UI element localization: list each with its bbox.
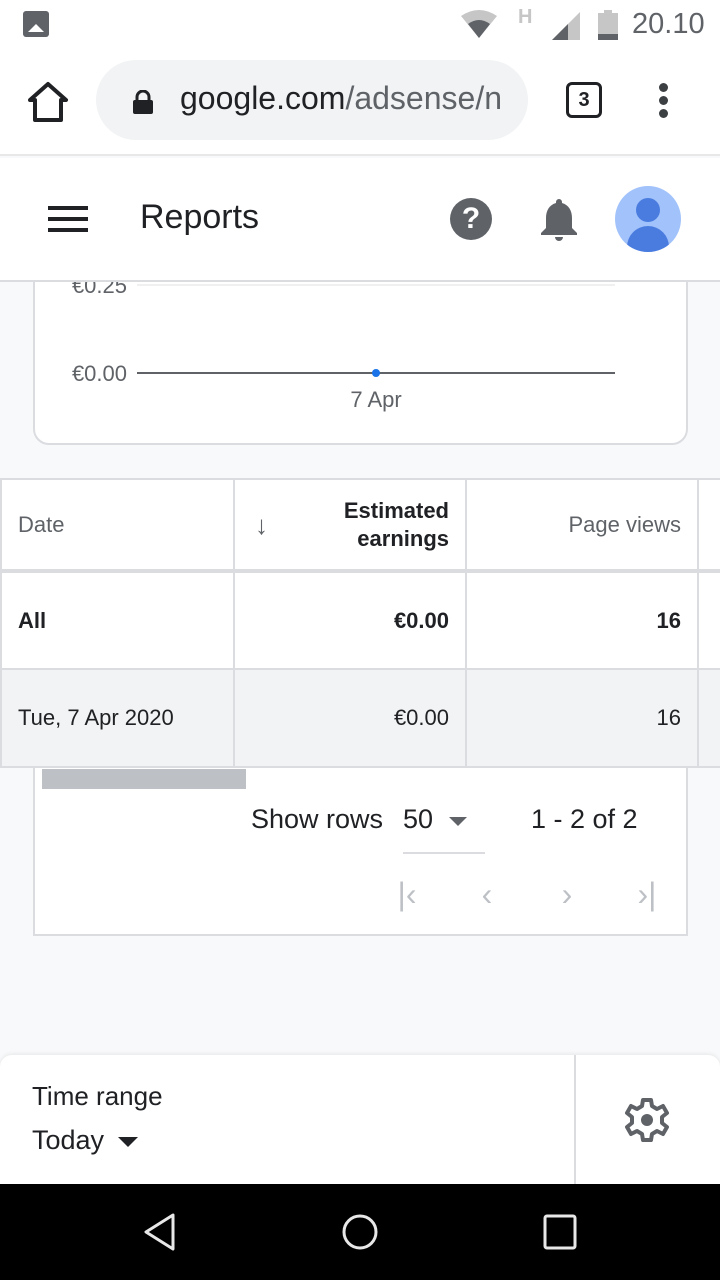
url-path: /adsense/n xyxy=(345,80,502,116)
address-bar[interactable]: google.com/adsense/n xyxy=(96,60,528,140)
horizontal-scrollbar[interactable] xyxy=(42,769,246,789)
bottom-controls: Time range Today xyxy=(0,1055,720,1184)
time-range-select[interactable]: Today xyxy=(32,1125,139,1156)
settings-gear-icon[interactable] xyxy=(622,1095,672,1145)
battery-icon xyxy=(598,10,618,40)
url-domain: google.com xyxy=(180,80,346,116)
sort-descending-icon: ↓ xyxy=(255,510,268,540)
url-text[interactable]: google.com/adsense/n xyxy=(180,80,510,117)
wifi-icon xyxy=(461,10,497,38)
account-avatar[interactable] xyxy=(615,186,681,252)
help-icon[interactable]: ? xyxy=(450,198,492,240)
column-header-overflow xyxy=(697,478,720,572)
column-header-estimated-earnings[interactable]: ↓ Estimated earnings xyxy=(233,478,467,572)
image-notification-icon xyxy=(23,11,49,37)
total-date: All xyxy=(0,570,235,670)
rows-per-page-value: 50 xyxy=(403,804,434,834)
browser-toolbar: google.com/adsense/n 3 xyxy=(0,50,720,156)
total-page-views: 16 xyxy=(465,570,699,670)
rows-per-page-select[interactable]: 50 xyxy=(403,804,485,854)
show-rows-label: Show rows xyxy=(251,804,384,834)
next-page-icon[interactable]: › xyxy=(547,874,587,914)
total-earnings: €0.00 xyxy=(233,570,467,670)
menu-icon[interactable] xyxy=(48,206,88,234)
pagination-card: Show rows 50 1 - 2 of 2 |‹ ‹ › ›| xyxy=(33,768,688,936)
column-header-label: Estimated earnings xyxy=(343,497,449,551)
app-header: Reports ? xyxy=(0,158,720,282)
table-total-row: All €0.00 16 xyxy=(0,570,720,670)
table-header-row: Date ↓ Estimated earnings Page views xyxy=(0,478,720,572)
tab-switcher-button[interactable]: 3 xyxy=(566,82,602,118)
time-range-value: Today xyxy=(32,1125,105,1155)
lock-icon xyxy=(133,90,153,114)
row-date: Tue, 7 Apr 2020 xyxy=(0,668,235,768)
divider xyxy=(574,1055,576,1184)
home-icon[interactable] xyxy=(26,80,70,124)
clock: 20.10 xyxy=(632,8,705,40)
network-type-label: H xyxy=(518,6,533,28)
y-tick-label: €0.00 xyxy=(72,361,127,386)
signal-icon xyxy=(552,12,580,40)
row-page-views: 16 xyxy=(465,668,699,768)
back-icon[interactable] xyxy=(140,1212,180,1252)
last-page-icon[interactable]: ›| xyxy=(627,874,667,914)
status-bar: H 20.10 xyxy=(0,0,720,50)
system-navigation-bar xyxy=(0,1184,720,1280)
column-header-date[interactable]: Date xyxy=(0,478,235,572)
dropdown-arrow-icon xyxy=(449,817,467,826)
previous-page-icon[interactable]: ‹ xyxy=(467,874,507,914)
more-vert-icon[interactable] xyxy=(652,80,674,124)
first-page-icon[interactable]: |‹ xyxy=(387,874,427,914)
time-range-label: Time range xyxy=(32,1081,163,1111)
column-header-page-views[interactable]: Page views xyxy=(465,478,699,572)
table-row: Tue, 7 Apr 2020 €0.00 16 xyxy=(0,668,720,768)
dropdown-arrow-icon xyxy=(118,1136,139,1147)
page-title: Reports xyxy=(140,198,260,236)
notifications-icon[interactable] xyxy=(538,196,580,242)
report-table-scroll[interactable]: Date ↓ Estimated earnings Page views All… xyxy=(0,478,720,768)
row-earnings: €0.00 xyxy=(233,668,467,768)
x-tick-label: 7 Apr xyxy=(350,387,401,412)
home-circle-icon[interactable] xyxy=(340,1212,380,1252)
data-point xyxy=(372,369,380,377)
recents-icon[interactable] xyxy=(540,1212,580,1252)
pagination-range: 1 - 2 of 2 xyxy=(531,804,638,834)
report-table: Date ↓ Estimated earnings Page views All… xyxy=(0,478,720,768)
